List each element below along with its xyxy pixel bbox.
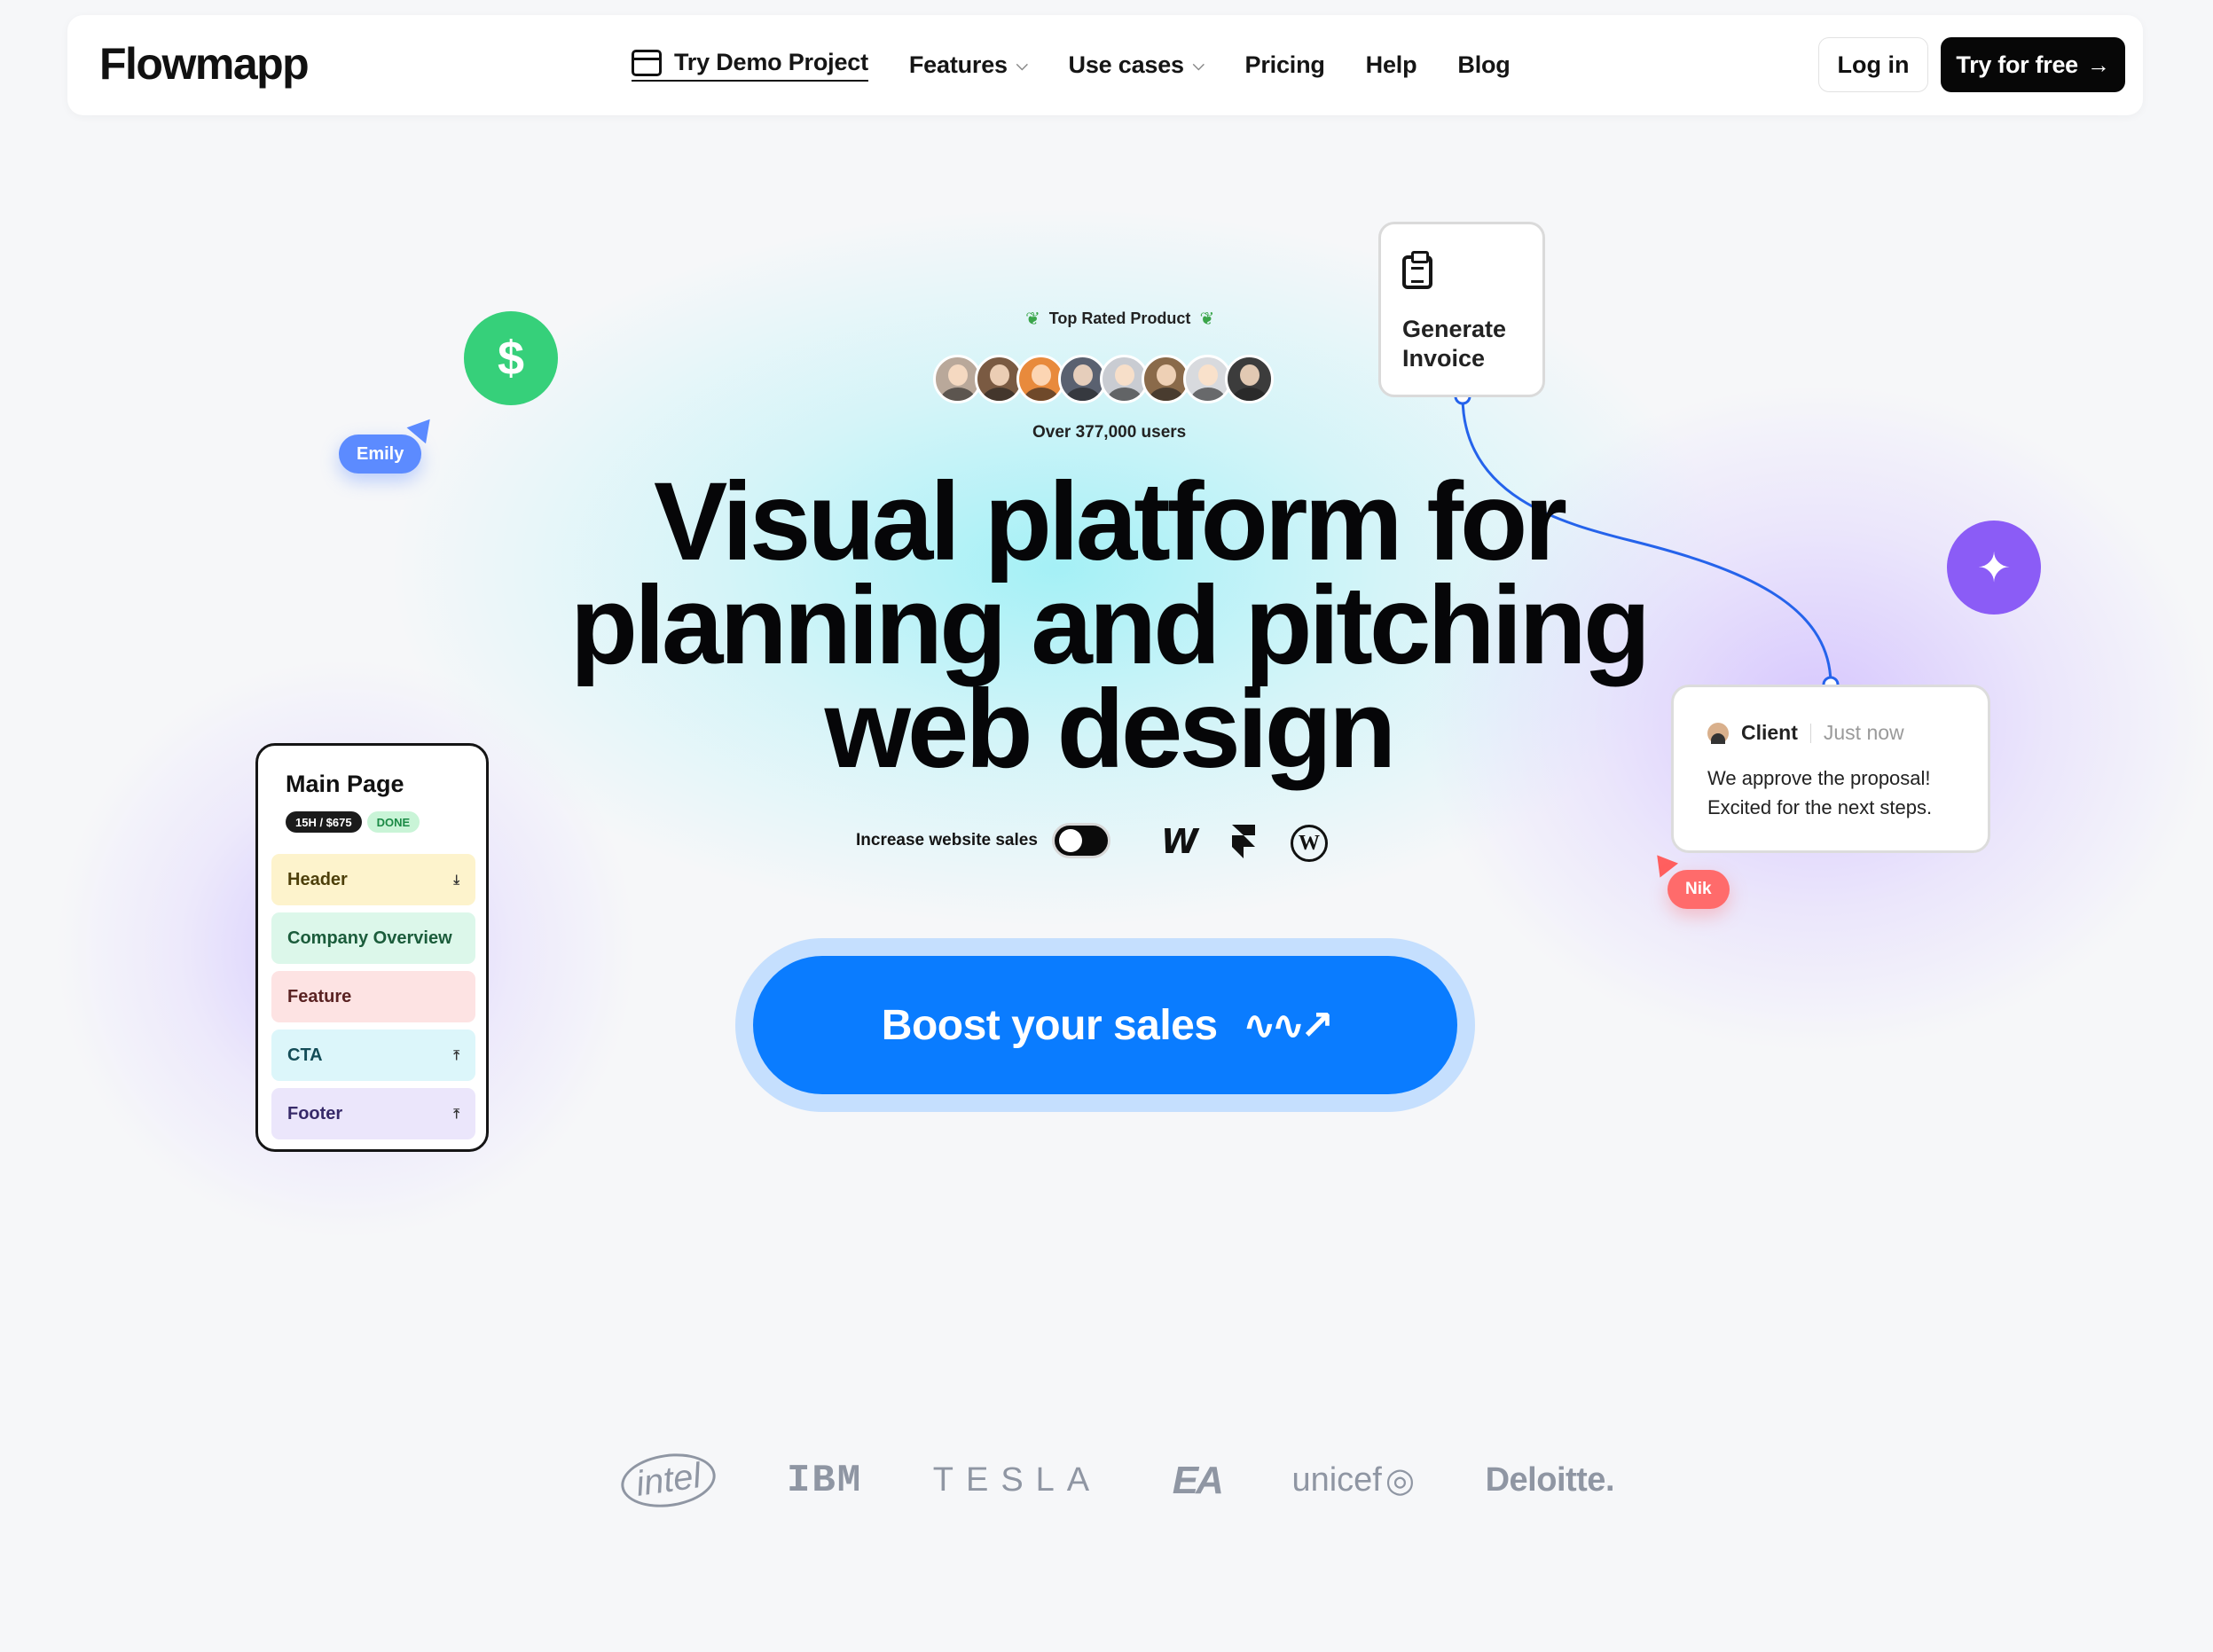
client-comment-header: Client Just now [1707,721,1904,745]
toggle-knob [1058,829,1082,852]
main-page-card: Main Page 15H / $675 DONE Header ⤓ Compa… [255,743,489,1152]
unicef-logo: unicef ◎ [1291,1460,1415,1500]
section-label: Footer [287,1103,343,1124]
generate-invoice-card[interactable]: Generate Invoice [1378,222,1545,397]
cursor-label-emily: Emily [339,435,422,474]
laurel-left-icon: ❦ [1025,309,1040,329]
increase-sales-toggle[interactable] [1051,823,1110,858]
section-label: Feature [287,986,352,1006]
client-name: Client [1741,721,1798,744]
comment-time: Just now [1823,721,1904,744]
toggle-label: Increase website sales [856,831,1038,849]
globe-icon: ◎ [1385,1462,1416,1499]
list-item[interactable]: Feature [271,971,475,1022]
card-title: Main Page [286,771,404,797]
hero-headline: Visual platform for planning and pitchin… [569,460,1651,791]
tesla-logo: TESLA [932,1461,1103,1499]
sparkle-icon: ✦ [1947,521,2041,615]
boost-sales-button[interactable]: Boost your sales ∿∿↗ [753,956,1457,1094]
download-icon: ⤓ [453,872,459,888]
section-label: Company Overview [287,928,452,948]
cta-halo: Boost your sales ∿∿↗ [735,938,1475,1112]
ea-logo: EA [1172,1458,1224,1502]
top-rated-badge: ❦ Top Rated Product ❦ [1016,308,1223,330]
user-avatars [933,355,1274,403]
card-tags: 15H / $675 DONE [286,811,425,833]
list-item[interactable]: Footer ⤒ [271,1088,475,1139]
status-badge: DONE [366,811,420,833]
list-item[interactable]: Company Overview [271,912,475,964]
dollar-icon: $ [464,311,558,405]
avatar [1707,722,1729,744]
upload-icon: ⤒ [453,1106,459,1122]
generate-invoice-label: Generate Invoice [1402,316,1507,372]
boost-sales-label: Boost your sales [881,1001,1218,1049]
laurel-right-icon: ❦ [1199,309,1215,329]
intel-logo: intel [617,1447,719,1514]
section-list: Header ⤓ Company Overview Feature CTA ⤒ … [271,854,475,1147]
list-item[interactable]: Header ⤓ [271,854,475,905]
cursor-label-nik: Nik [1668,870,1730,909]
ibm-logo: IBM [786,1458,863,1503]
user-count: Over 377,000 users [1032,423,1187,442]
section-label: CTA [287,1045,323,1065]
unicef-wordmark: unicef [1291,1461,1382,1499]
wordpress-icon: W [1291,825,1328,862]
customer-logos: intel IBM TESLA EA unicef ◎ Deloitte. [617,1447,1615,1514]
client-message: We approve the proposal! Excited for the… [1707,767,1933,818]
upload-icon: ⤒ [453,1047,459,1063]
webflow-icon: W [1161,822,1198,861]
deloitte-logo: Deloitte. [1485,1461,1615,1499]
estimate-badge: 15H / $675 [286,811,362,833]
avatar [1225,355,1274,403]
top-rated-label: Top Rated Product [1048,309,1191,327]
client-comment-card: Client Just now We approve the proposal!… [1671,685,1990,853]
divider [1809,723,1811,743]
framer-icon [1230,825,1257,858]
squiggle-arrow-icon: ∿∿↗ [1242,1002,1335,1048]
list-item[interactable]: CTA ⤒ [271,1030,475,1081]
clipboard-icon [1402,251,1432,289]
section-label: Header [287,869,348,889]
sales-toggle-row: Increase website sales [856,823,1110,858]
